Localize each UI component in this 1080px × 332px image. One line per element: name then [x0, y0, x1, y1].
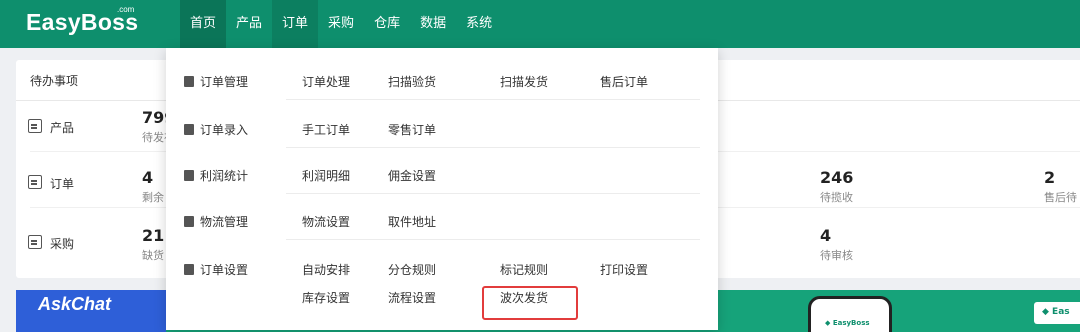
main-nav: 首页 产品 订单 采购 仓库 数据 系统: [180, 0, 502, 48]
menu-row-order-entry: 订单录入 手工订单 零售订单: [166, 108, 718, 148]
banner-left-panel: AskChat: [16, 290, 166, 332]
top-navigation-bar: EasyBoss .com 首页 产品 订单 采购 仓库 数据 系统: [0, 0, 1080, 48]
edit-icon: [184, 124, 194, 135]
nav-orders[interactable]: 订单: [272, 0, 319, 48]
stat-value: 2: [1044, 168, 1056, 187]
stat-awaiting-pickup[interactable]: 246 待揽收: [820, 168, 853, 205]
divider: [286, 147, 700, 148]
menu-link-scan-inspect[interactable]: 扫描验货: [388, 73, 436, 90]
stat-label: 待审核: [820, 249, 853, 262]
truck-icon: [184, 216, 194, 227]
menu-category: 订单录入: [184, 121, 248, 138]
stat-pending-review[interactable]: 4 待审核: [820, 226, 853, 263]
todo-row-label: 产品: [50, 121, 75, 135]
menu-row-profit: 利润统计 利润明细 佣金设置: [166, 154, 718, 194]
stat-remaining[interactable]: 4 剩余: [142, 168, 164, 205]
menu-link-scan-ship[interactable]: 扫描发货: [500, 73, 548, 90]
product-icon: [28, 119, 42, 133]
todo-title: 待办事项: [30, 74, 79, 88]
divider: [286, 239, 700, 240]
menu-category: 物流管理: [184, 213, 248, 230]
stat-label: 待揽收: [820, 191, 853, 204]
menu-link-after-sales[interactable]: 售后订单: [600, 73, 648, 90]
divider: [286, 193, 700, 194]
stat-value: 4: [142, 168, 154, 187]
menu-category-label: 订单设置: [200, 263, 249, 277]
stat-value: 246: [820, 168, 854, 187]
menu-category-label: 订单录入: [200, 123, 249, 137]
menu-link-order-processing[interactable]: 订单处理: [302, 73, 350, 90]
menu-link-inventory-settings[interactable]: 库存设置: [302, 289, 350, 306]
nav-purchase[interactable]: 采购: [318, 0, 364, 48]
order-icon: [28, 175, 42, 189]
nav-home[interactable]: 首页: [180, 0, 227, 48]
menu-link-commission[interactable]: 佣金设置: [388, 167, 436, 184]
stat-label: 售后待: [1044, 191, 1077, 204]
todo-row-label: 采购: [50, 237, 75, 251]
stat-label: 缺货: [142, 249, 164, 262]
database-icon: [184, 170, 194, 181]
nav-warehouse[interactable]: 仓库: [364, 0, 410, 48]
nav-data[interactable]: 数据: [410, 0, 456, 48]
banner-title: AskChat: [38, 294, 112, 314]
menu-row-order-management: 订单管理 订单处理 扫描验货 扫描发货 售后订单: [166, 60, 718, 100]
phone-logo: ◆ EasyBoss: [825, 319, 870, 327]
menu-link-retail-order[interactable]: 零售订单: [388, 121, 436, 138]
menu-row-logistics: 物流管理 物流设置 取件地址: [166, 200, 718, 240]
menu-link-logistics-settings[interactable]: 物流设置: [302, 213, 350, 230]
menu-link-pickup-address[interactable]: 取件地址: [388, 213, 436, 230]
nav-system[interactable]: 系统: [456, 0, 502, 48]
menu-link-manual-order[interactable]: 手工订单: [302, 121, 350, 138]
phone-mockup: ◆ EasyBoss: [808, 296, 892, 332]
menu-link-flow-settings[interactable]: 流程设置: [388, 289, 436, 306]
stat-label: 剩余: [142, 191, 164, 204]
todo-row-label: 订单: [50, 177, 75, 191]
nav-products[interactable]: 产品: [226, 0, 272, 48]
menu-category-label: 利润统计: [200, 169, 249, 183]
stat-value: 21: [142, 226, 165, 245]
purchase-icon: [28, 235, 42, 249]
chip-logo: ◆ Eas: [1042, 307, 1070, 317]
highlight-annotation-box: [482, 286, 578, 320]
stat-out-of-stock[interactable]: 21 缺货: [142, 226, 164, 263]
settings-icon: [184, 264, 194, 275]
stat-value: 4: [820, 226, 832, 245]
menu-row-order-settings-more: 库存设置 流程设置 波次发货: [166, 276, 718, 316]
menu-category: 利润统计: [184, 167, 248, 184]
menu-category-label: 物流管理: [200, 215, 249, 229]
divider: [286, 99, 700, 100]
menu-category-label: 订单管理: [200, 75, 249, 89]
document-icon: [184, 76, 194, 87]
orders-dropdown-menu: 订单管理 订单处理 扫描验货 扫描发货 售后订单 订单录入 手工订单 零售订单 …: [166, 48, 718, 330]
menu-link-profit-detail[interactable]: 利润明细: [302, 167, 350, 184]
stat-after-sales[interactable]: 2 售后待: [1044, 168, 1077, 205]
menu-category: 订单管理: [184, 73, 248, 90]
logo-domain-suffix: .com: [117, 5, 135, 14]
banner-chip: ◆ Eas: [1034, 302, 1080, 324]
